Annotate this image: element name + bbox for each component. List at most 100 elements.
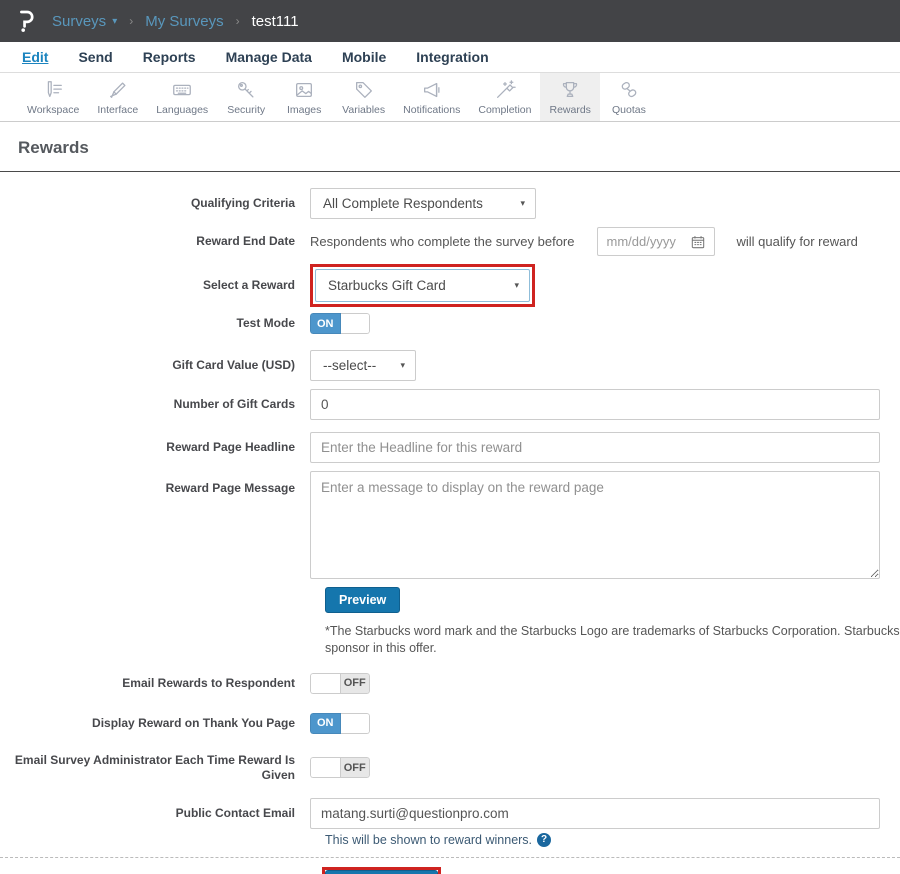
row-number-of-gift-cards: Number of Gift Cards [0, 389, 900, 420]
footer-divider [0, 857, 900, 858]
starbucks-trademark-note: *The Starbucks word mark and the Starbuc… [325, 623, 900, 657]
row-public-contact-email: Public Contact Email [0, 798, 900, 829]
toolbar-label: Security [227, 104, 265, 116]
tab-edit[interactable]: Edit [22, 49, 48, 65]
public-email-help: This will be shown to reward winners. ? [325, 833, 900, 847]
select-reward-label: Select a Reward [0, 278, 310, 293]
public-contact-email-input[interactable] [310, 798, 880, 829]
row-test-mode: Test Mode ON [0, 313, 900, 334]
toolbar-label: Rewards [549, 104, 590, 116]
calendar-icon [691, 235, 705, 249]
gift-card-value-select[interactable]: --select-- ▾ [310, 350, 416, 381]
qualifying-criteria-label: Qualifying Criteria [0, 196, 310, 211]
row-reward-page-message: Reward Page Message [0, 471, 900, 579]
email-admin-label: Email Survey Administrator Each Time Rew… [0, 753, 310, 783]
toolbar-label: Images [287, 104, 321, 116]
toolbar-item-variables[interactable]: Variables [333, 73, 394, 121]
reward-end-date-label: Reward End Date [0, 234, 310, 249]
toolbar-item-completion[interactable]: Completion [469, 73, 540, 121]
tab-mobile[interactable]: Mobile [342, 49, 386, 65]
key-icon [234, 79, 258, 101]
row-qualifying-criteria: Qualifying Criteria All Complete Respond… [0, 188, 900, 219]
chevron-down-icon: ▾ [112, 16, 117, 27]
toolbar-item-rewards[interactable]: Rewards [540, 73, 599, 121]
toggle-off-label: OFF [340, 757, 371, 778]
select-reward-select[interactable]: Starbucks Gift Card ▾ [315, 269, 530, 302]
test-mode-toggle[interactable]: ON [310, 313, 370, 334]
toggle-off-label: OFF [340, 673, 371, 694]
toolbar-item-images[interactable]: Images [275, 73, 333, 121]
toolbar-label: Quotas [612, 104, 646, 116]
gift-card-value-value: --select-- [323, 358, 376, 373]
reward-page-message-textarea[interactable] [310, 471, 880, 579]
toolbar-label: Variables [342, 104, 385, 116]
magic-wand-icon [493, 79, 517, 101]
public-contact-email-label: Public Contact Email [0, 806, 310, 821]
breadcrumb-separator: › [129, 14, 133, 28]
tab-integration[interactable]: Integration [416, 49, 488, 65]
chain-links-icon [617, 79, 641, 101]
tag-icon [352, 79, 376, 101]
test-mode-label: Test Mode [0, 316, 310, 331]
toolbar-item-quotas[interactable]: Quotas [600, 73, 658, 121]
trophy-icon [558, 79, 582, 101]
email-admin-toggle[interactable]: OFF [310, 757, 370, 778]
highlight-box: Save Changes [322, 867, 441, 874]
row-reward-page-headline: Reward Page Headline [0, 432, 900, 463]
gift-card-value-label: Gift Card Value (USD) [0, 358, 310, 373]
reward-page-message-label: Reward Page Message [0, 471, 310, 496]
row-email-admin: Email Survey Administrator Each Time Rew… [0, 753, 900, 783]
toggle-knob [310, 757, 340, 778]
email-rewards-label: Email Rewards to Respondent [0, 676, 310, 691]
highlight-box: Starbucks Gift Card ▾ [310, 264, 535, 307]
qualifying-criteria-value: All Complete Respondents [323, 196, 483, 211]
page-title: Rewards [18, 138, 900, 158]
chevron-down-icon: ▾ [520, 198, 525, 209]
row-email-rewards: Email Rewards to Respondent OFF [0, 673, 900, 694]
number-of-gift-cards-input[interactable] [310, 389, 880, 420]
edit-icon-toolbar: Workspace Interface Languages Security I… [0, 73, 900, 122]
toggle-on-label: ON [310, 313, 341, 334]
breadcrumb-survey-name: test111 [252, 13, 299, 30]
toggle-knob [310, 673, 340, 694]
number-of-gift-cards-label: Number of Gift Cards [0, 397, 310, 412]
pen-lines-icon [41, 79, 65, 101]
toolbar-label: Interface [97, 104, 138, 116]
toolbar-item-notifications[interactable]: Notifications [394, 73, 469, 121]
tab-reports[interactable]: Reports [143, 49, 196, 65]
toolbar-item-languages[interactable]: Languages [147, 73, 217, 121]
email-rewards-toggle[interactable]: OFF [310, 673, 370, 694]
preview-button[interactable]: Preview [325, 587, 400, 613]
image-icon [292, 79, 316, 101]
trademark-note-line1: *The Starbucks word mark and the Starbuc… [325, 623, 900, 640]
toolbar-item-security[interactable]: Security [217, 73, 275, 121]
toggle-knob [341, 713, 371, 734]
breadcrumb-surveys[interactable]: Surveys ▾ [52, 13, 117, 30]
chevron-down-icon: ▾ [514, 280, 519, 291]
row-select-reward: Select a Reward Starbucks Gift Card ▾ [0, 264, 900, 307]
help-icon[interactable]: ? [537, 833, 551, 847]
row-reward-end-date: Reward End Date Respondents who complete… [0, 227, 900, 256]
keyboard-icon [170, 79, 194, 101]
breadcrumb-separator: › [236, 14, 240, 28]
toolbar-item-interface[interactable]: Interface [88, 73, 147, 121]
breadcrumb-my-surveys[interactable]: My Surveys [145, 13, 223, 30]
display-reward-toggle[interactable]: ON [310, 713, 370, 734]
reward-page-headline-label: Reward Page Headline [0, 440, 310, 455]
questionpro-logo-icon[interactable] [16, 9, 34, 33]
select-reward-value: Starbucks Gift Card [328, 278, 446, 293]
toolbar-item-workspace[interactable]: Workspace [18, 73, 88, 121]
reward-end-date-input[interactable]: mm/dd/yyyy [597, 227, 715, 256]
brush-icon [106, 79, 130, 101]
chevron-down-icon: ▾ [400, 360, 405, 371]
reward-page-headline-input[interactable] [310, 432, 880, 463]
display-reward-label: Display Reward on Thank You Page [0, 716, 310, 731]
tab-manage-data[interactable]: Manage Data [226, 49, 312, 65]
tab-send[interactable]: Send [78, 49, 112, 65]
qualifying-criteria-select[interactable]: All Complete Respondents ▾ [310, 188, 536, 219]
toggle-on-label: ON [310, 713, 341, 734]
save-changes-button[interactable]: Save Changes [325, 870, 438, 874]
trademark-note-line2: sponsor in this offer. [325, 640, 900, 657]
row-display-reward: Display Reward on Thank You Page ON [0, 713, 900, 734]
breadcrumb-surveys-label: Surveys [52, 13, 106, 30]
